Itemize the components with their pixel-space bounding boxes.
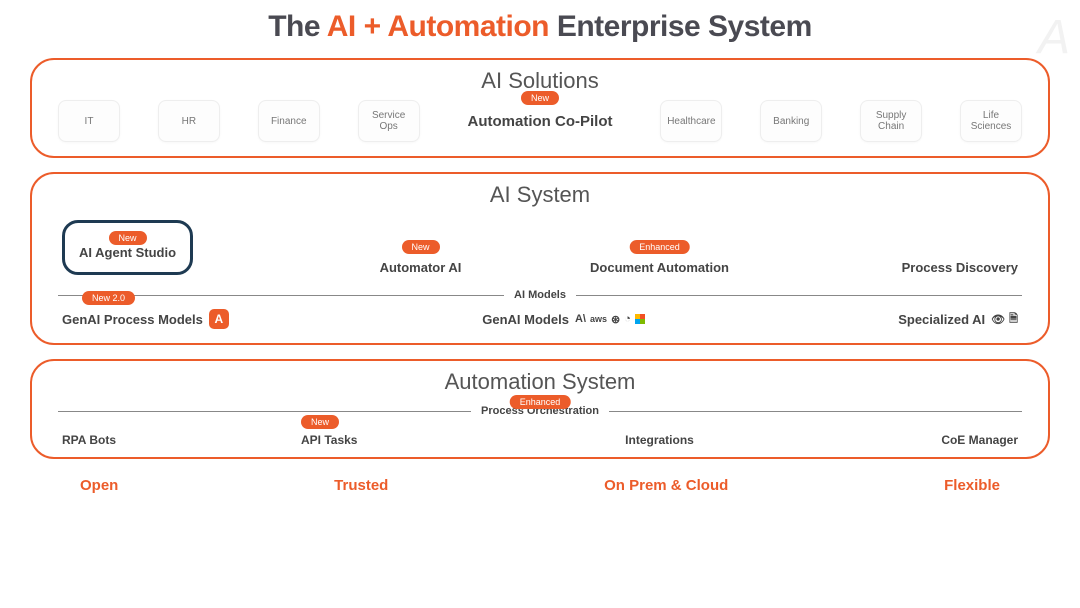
footer-row: Open Trusted On Prem & Cloud Flexible	[30, 473, 1050, 494]
title-accent: AI + Automation	[327, 10, 549, 43]
solution-chip: Healthcare	[660, 100, 722, 142]
ai-solutions-panel: AI Solutions IT HR Finance Service Ops N…	[30, 58, 1050, 158]
automation-system-title: Automation System	[58, 369, 1022, 395]
genai-process-models-label: GenAI Process Models	[62, 312, 203, 327]
automator-ai-label: Automator AI	[380, 260, 462, 275]
title-prefix: The	[268, 10, 327, 43]
process-discovery-label: Process Discovery	[902, 260, 1018, 275]
genai-models-label: GenAI Models	[482, 312, 569, 327]
highlight-box: New AI Agent Studio	[62, 220, 193, 275]
footer-pillar: Open	[80, 477, 118, 494]
new-badge: New	[401, 240, 439, 254]
new-badge: New	[301, 415, 339, 429]
ai-agent-studio-label: AI Agent Studio	[79, 245, 176, 260]
enhanced-badge: Enhanced	[510, 395, 571, 409]
brand-logo-icon: A	[209, 309, 229, 329]
process-orchestration-divider: Enhanced Process Orchestration	[58, 405, 1022, 417]
solution-chip: IT	[58, 100, 120, 142]
footer-pillar: Trusted	[334, 477, 388, 494]
solution-chip: Service Ops	[358, 100, 420, 142]
specialized-ai-icons: 👁🗎	[991, 310, 1018, 329]
ai-agent-studio-cell: New AI Agent Studio	[62, 220, 301, 275]
api-tasks-label: API Tasks	[301, 433, 357, 447]
api-tasks-cell: New API Tasks	[301, 433, 540, 447]
copilot-label: Automation Co-Pilot	[468, 113, 613, 130]
rpa-bots-cell: RPA Bots	[62, 433, 301, 447]
coe-manager-cell: CoE Manager	[779, 433, 1018, 447]
solution-chip: Banking	[760, 100, 822, 142]
watermark: A	[1038, 10, 1070, 65]
copilot-center: New Automation Co-Pilot	[458, 113, 623, 130]
ai-system-panel: AI System New AI Agent Studio New Automa…	[30, 172, 1050, 345]
document-automation-cell: Enhanced Document Automation	[540, 260, 779, 275]
ai-models-divider: AI Models	[58, 289, 1022, 301]
integrations-cell: Integrations	[540, 433, 779, 447]
specialized-ai-label: Specialized AI	[898, 312, 985, 327]
genai-models-cell: GenAI Models A\aws⊛◔	[482, 312, 645, 327]
footer-pillar: Flexible	[944, 477, 1000, 494]
page-title: The AI + Automation Enterprise System	[30, 10, 1050, 44]
partner-logos-icon: A\aws⊛◔	[575, 313, 645, 326]
process-discovery-cell: Process Discovery	[779, 260, 1018, 275]
ai-models-label: AI Models	[504, 289, 576, 301]
new-badge: New	[521, 91, 559, 105]
solution-chip: Life Sciences	[960, 100, 1022, 142]
document-automation-label: Document Automation	[590, 260, 729, 275]
solution-chip: HR	[158, 100, 220, 142]
new-badge: New	[108, 231, 146, 245]
solution-chip: Supply Chain	[860, 100, 922, 142]
solution-chip: Finance	[258, 100, 320, 142]
automator-ai-cell: New Automator AI	[301, 260, 540, 275]
title-suffix: Enterprise System	[549, 10, 812, 43]
enhanced-badge: Enhanced	[629, 240, 690, 254]
ai-system-title: AI System	[58, 182, 1022, 208]
footer-pillar: On Prem & Cloud	[604, 477, 728, 494]
new-badge: New 2.0	[82, 291, 135, 305]
specialized-ai-cell: Specialized AI 👁🗎	[898, 310, 1018, 329]
automation-system-panel: Automation System Enhanced Process Orche…	[30, 359, 1050, 459]
genai-process-models-cell: New 2.0 GenAI Process Models A	[62, 309, 229, 329]
